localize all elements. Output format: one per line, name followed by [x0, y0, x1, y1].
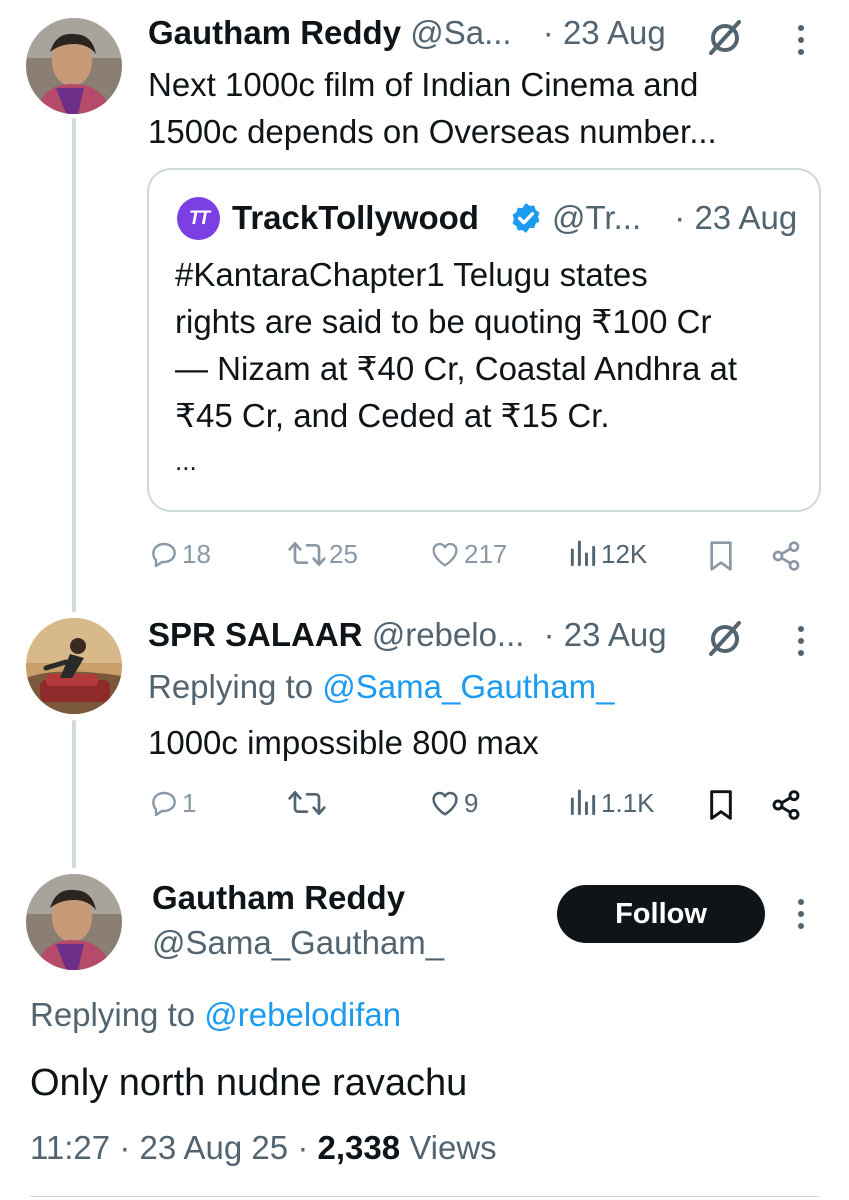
views-count[interactable]: 2,338 [317, 1129, 400, 1166]
replying-to: Replying to @rebelodifan [30, 996, 401, 1034]
like-button[interactable]: 9 [428, 787, 478, 819]
reply-button[interactable]: 18 [148, 538, 211, 570]
quoted-meta: @Tr... · 23 Aug [552, 199, 797, 237]
quoted-tweet-text: #KantaraChapter1 Telugu states rights ar… [175, 251, 737, 479]
main-tweet-text: Only north nudne ravachu [30, 1062, 468, 1104]
grok-icon[interactable] [705, 17, 745, 57]
author-name[interactable]: Gautham Reddy [152, 879, 405, 916]
quoted-author-handle[interactable]: @Tr... [552, 199, 641, 236]
reply-button[interactable]: 1 [148, 787, 196, 819]
main-author-handle-row: @Sama_Gautham_ [152, 924, 444, 962]
author-handle[interactable]: @Sama_Gautham_ [152, 924, 444, 961]
grok-icon[interactable] [705, 618, 745, 658]
repost-button[interactable] [287, 787, 327, 819]
avatar[interactable] [26, 18, 122, 114]
verified-badge-icon [512, 203, 540, 233]
tweet-timestamp-row: 11:27 · 23 Aug 25 · 2,338 Views [30, 1129, 497, 1167]
tweet-text-line: 1500c depends on Overseas number... [148, 113, 717, 150]
quoted-text-line: ... [175, 446, 197, 476]
share-icon[interactable] [770, 540, 802, 572]
tweet-date[interactable]: 23 Aug 25 [139, 1129, 288, 1166]
author-name[interactable]: SPR SALAAR [148, 616, 363, 653]
views-count: 12K [601, 538, 648, 569]
repost-count: 25 [329, 538, 358, 569]
quoted-tweet-header: TrackTollywood [232, 199, 479, 237]
divider [30, 1196, 819, 1197]
like-button[interactable]: 217 [428, 538, 507, 570]
quoted-text-line: — Nizam at ₹40 Cr, Coastal Andhra at [175, 350, 738, 387]
tweet-time[interactable]: 11:27 [30, 1129, 110, 1166]
replying-to: Replying to @Sama_Gautham_ [148, 668, 614, 706]
reply-count: 18 [182, 538, 211, 569]
follow-button[interactable]: Follow [557, 885, 765, 943]
tweet-date[interactable]: 23 Aug [564, 616, 667, 653]
tweet-date[interactable]: 23 Aug [563, 14, 666, 51]
heart-icon [432, 542, 458, 567]
tweet-text: 1000c impossible 800 max [148, 724, 539, 761]
repost-button[interactable]: 25 [287, 538, 358, 570]
views-button[interactable]: 1.1K [567, 787, 655, 819]
bookmark-icon[interactable] [707, 789, 735, 821]
more-options-icon[interactable] [797, 626, 805, 656]
reply-icon [152, 791, 176, 817]
separator-dot: · [119, 1129, 131, 1166]
more-options-icon[interactable] [797, 25, 805, 55]
tweet-text: Next 1000c film of Indian Cinema and 150… [148, 61, 717, 155]
replying-to-link[interactable]: @rebelodifan [204, 996, 401, 1033]
heart-icon [432, 791, 458, 816]
quoted-author-name[interactable]: TrackTollywood [232, 199, 479, 236]
views-chart-icon [570, 789, 596, 816]
share-icon[interactable] [770, 789, 802, 821]
quoted-date[interactable]: 23 Aug [694, 199, 797, 236]
author-handle[interactable]: @rebelo... [372, 616, 525, 653]
like-count: 9 [464, 787, 479, 818]
separator-dot: · [543, 616, 555, 653]
repost-icon [288, 791, 326, 815]
thread-connector-line [72, 118, 76, 612]
tweet-header: SPR SALAAR @rebelo... · 23 Aug [148, 616, 667, 654]
main-author-name-row: Gautham Reddy [152, 879, 405, 917]
author-name[interactable]: Gautham Reddy [148, 14, 401, 51]
reply-count: 1 [182, 787, 197, 818]
tweet-header: Gautham Reddy @Sa... · 23 Aug [148, 14, 666, 52]
avatar[interactable] [26, 618, 122, 714]
separator-dot: · [542, 14, 554, 51]
more-options-icon[interactable] [797, 899, 805, 929]
author-handle[interactable]: @Sa... [410, 14, 511, 51]
thread-connector-line [72, 720, 76, 868]
quoted-text-line: rights are said to be quoting ₹100 Cr [175, 303, 712, 340]
quoted-text-line: #KantaraChapter1 Telugu states [175, 256, 648, 293]
separator-dot: · [674, 199, 686, 236]
replying-label: Replying to [148, 668, 314, 705]
bookmark-icon[interactable] [707, 540, 735, 572]
avatar[interactable] [26, 874, 122, 970]
views-chart-icon [570, 540, 596, 567]
repost-icon [288, 542, 326, 566]
quoted-text-line: ₹45 Cr, and Ceded at ₹15 Cr. [175, 397, 610, 434]
quoted-avatar[interactable]: TT [177, 197, 220, 240]
views-label: Views [409, 1129, 497, 1166]
replying-label: Replying to [30, 996, 196, 1033]
separator-dot: · [297, 1129, 309, 1166]
views-count: 1.1K [601, 787, 655, 818]
views-button[interactable]: 12K [567, 538, 647, 570]
tweet-text-line: Next 1000c film of Indian Cinema and [148, 66, 699, 103]
reply-icon [152, 542, 176, 568]
like-count: 217 [464, 538, 508, 569]
replying-to-link[interactable]: @Sama_Gautham_ [322, 668, 614, 705]
